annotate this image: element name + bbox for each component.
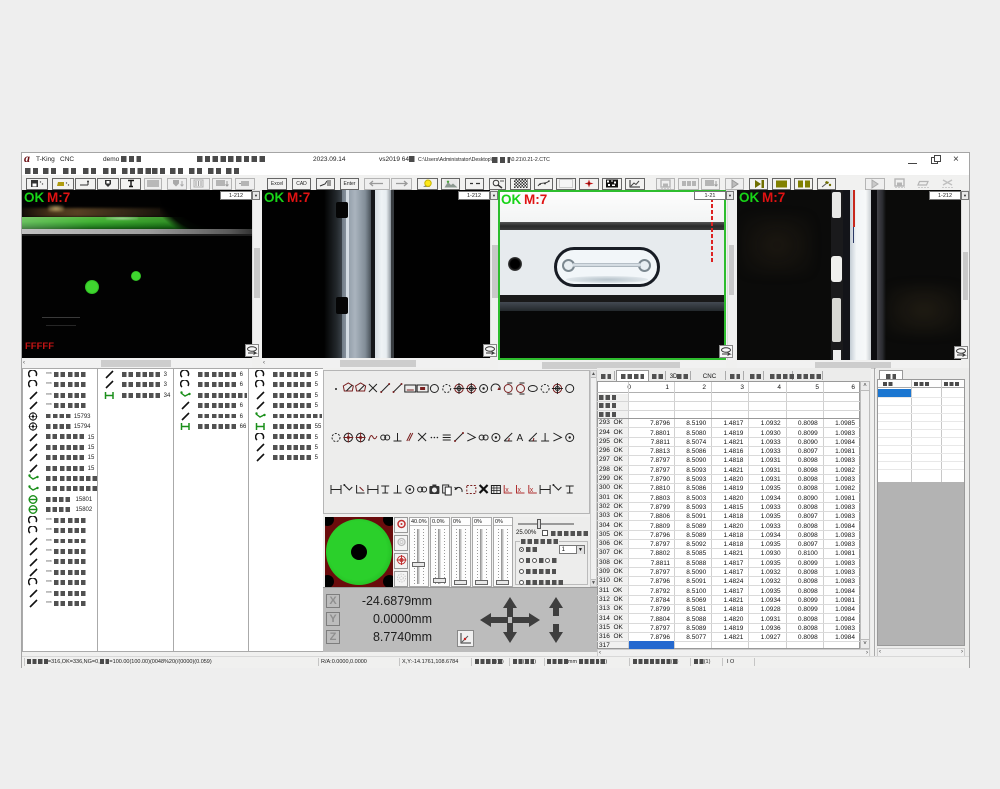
svg-text:A: A (517, 433, 524, 444)
svg-text:x: x (518, 487, 522, 494)
svg-text:x: x (530, 487, 534, 494)
svg-text:x: x (505, 487, 509, 494)
